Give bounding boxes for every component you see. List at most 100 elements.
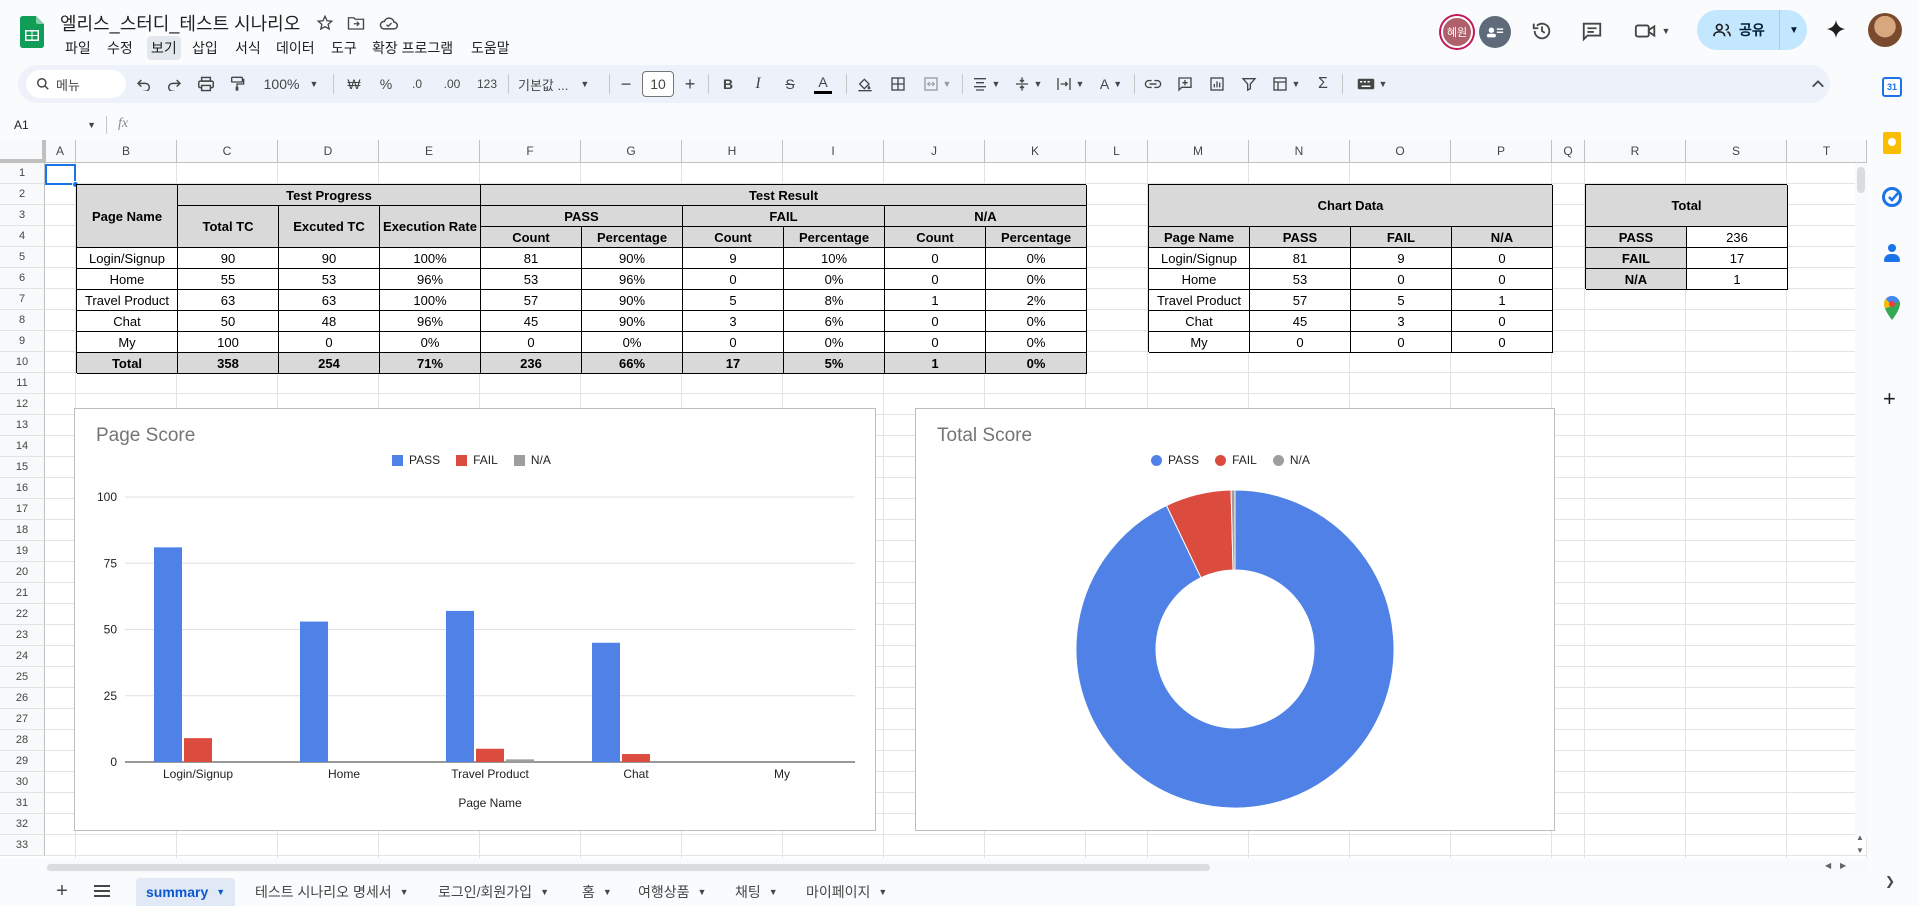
row-header[interactable]: 11 bbox=[0, 373, 45, 394]
header-execution-rate[interactable]: Execution Rate bbox=[380, 206, 481, 248]
fill-color-icon[interactable] bbox=[852, 69, 878, 99]
header-test-result[interactable]: Test Result bbox=[481, 185, 1087, 206]
total-row-cell[interactable]: 236 bbox=[481, 353, 582, 374]
table-cell[interactable]: 96% bbox=[380, 269, 481, 290]
increase-decimal-button[interactable]: .00 bbox=[436, 69, 468, 99]
menu-item-4[interactable]: 서식 bbox=[231, 36, 265, 60]
share-button[interactable]: 공유 ▼ bbox=[1697, 10, 1807, 50]
filter-icon[interactable] bbox=[1236, 69, 1262, 99]
table-cell[interactable]: 0% bbox=[380, 332, 481, 353]
table-cell[interactable]: 0 bbox=[1452, 269, 1553, 290]
total-value[interactable]: 1 bbox=[1687, 269, 1788, 290]
table-cell[interactable]: 55 bbox=[178, 269, 279, 290]
contacts-icon[interactable] bbox=[1882, 242, 1902, 264]
row-header[interactable]: 21 bbox=[0, 583, 45, 604]
total-row-cell[interactable]: 358 bbox=[178, 353, 279, 374]
table-cell[interactable]: Chat bbox=[77, 311, 178, 332]
row-header[interactable]: 9 bbox=[0, 331, 45, 352]
decrease-decimal-button[interactable]: .0 bbox=[404, 69, 430, 99]
insert-chart-icon[interactable] bbox=[1204, 69, 1230, 99]
table-cell[interactable]: Chat bbox=[1149, 311, 1250, 332]
sheet-tab-dropdown-icon[interactable]: ▼ bbox=[400, 887, 409, 897]
vertical-scrollbar[interactable] bbox=[1855, 163, 1867, 838]
table-cell[interactable]: Home bbox=[1149, 269, 1250, 290]
collaborators-icon[interactable] bbox=[1479, 16, 1511, 48]
scroll-left-arrow[interactable]: ◀ bbox=[1825, 861, 1831, 870]
font-size-input[interactable]: 10 bbox=[642, 71, 674, 97]
table-cell[interactable]: 0 bbox=[885, 332, 986, 353]
row-header[interactable]: 22 bbox=[0, 604, 45, 625]
table-cell[interactable]: 0 bbox=[279, 332, 380, 353]
sheet-tab-1[interactable]: 테스트 시나리오 명세서 ▼ bbox=[255, 878, 409, 906]
sheet-tab-dropdown-icon[interactable]: ▼ bbox=[698, 887, 707, 897]
total-label[interactable]: FAIL bbox=[1586, 248, 1687, 269]
menu-item-2[interactable]: 보기 bbox=[147, 36, 181, 60]
table-cell[interactable]: 5 bbox=[1351, 290, 1452, 311]
row-header[interactable]: 31 bbox=[0, 793, 45, 814]
functions-icon[interactable]: Σ bbox=[1310, 69, 1336, 99]
row-header[interactable]: 14 bbox=[0, 436, 45, 457]
table-cell[interactable]: 0 bbox=[885, 248, 986, 269]
row-header[interactable]: 24 bbox=[0, 646, 45, 667]
star-icon[interactable] bbox=[315, 13, 335, 33]
text-color-icon[interactable]: A bbox=[810, 69, 836, 99]
table-cell[interactable]: 90 bbox=[178, 248, 279, 269]
header-excuted-tc[interactable]: Excuted TC bbox=[279, 206, 380, 248]
table-cell[interactable]: Home bbox=[77, 269, 178, 290]
vertical-align-icon[interactable]: ▼ bbox=[1010, 69, 1046, 99]
table-cell[interactable]: 1 bbox=[885, 290, 986, 311]
row-header[interactable]: 6 bbox=[0, 268, 45, 289]
table-cell[interactable]: 6% bbox=[784, 311, 885, 332]
column-header[interactable]: Q bbox=[1552, 140, 1585, 163]
table-cell[interactable]: 0 bbox=[1452, 311, 1553, 332]
row-header[interactable]: 3 bbox=[0, 205, 45, 226]
row-header[interactable]: 26 bbox=[0, 688, 45, 709]
row-header[interactable]: 8 bbox=[0, 310, 45, 331]
chart-data-title[interactable]: Chart Data bbox=[1149, 185, 1553, 227]
sheet-tab-0[interactable]: summary ▼ bbox=[136, 878, 236, 906]
percent-format-button[interactable]: % bbox=[375, 69, 397, 99]
header-pass[interactable]: PASS bbox=[481, 206, 683, 227]
bar-pass-1[interactable] bbox=[300, 621, 328, 762]
total-row-cell[interactable]: 71% bbox=[380, 353, 481, 374]
table-cell[interactable]: 100% bbox=[380, 248, 481, 269]
scroll-up-arrow[interactable]: ▲ bbox=[1856, 833, 1864, 842]
row-header[interactable]: 32 bbox=[0, 814, 45, 835]
zoom-select[interactable]: 100% ▼ bbox=[258, 69, 324, 99]
table-cell[interactable]: My bbox=[1149, 332, 1250, 353]
table-cell[interactable]: 0 bbox=[885, 311, 986, 332]
column-header[interactable]: J bbox=[884, 140, 985, 163]
cloud-status-icon[interactable] bbox=[378, 13, 400, 33]
sheet-tab-dropdown-icon[interactable]: ▼ bbox=[769, 887, 778, 897]
total-title[interactable]: Total bbox=[1586, 185, 1788, 227]
total-row-cell[interactable]: 66% bbox=[582, 353, 683, 374]
table-cell[interactable]: 53 bbox=[481, 269, 582, 290]
table-cell[interactable]: My bbox=[77, 332, 178, 353]
share-dropdown-icon[interactable]: ▼ bbox=[1789, 25, 1799, 36]
filter-views-icon[interactable]: ▼ bbox=[1268, 69, 1304, 99]
table-cell[interactable]: 57 bbox=[1250, 290, 1351, 311]
collapse-toolbar-icon[interactable] bbox=[1808, 69, 1828, 99]
row-header[interactable]: 19 bbox=[0, 541, 45, 562]
row-header[interactable]: 18 bbox=[0, 520, 45, 541]
row-header[interactable]: 13 bbox=[0, 415, 45, 436]
row-header[interactable]: 2 bbox=[0, 184, 45, 205]
menu-item-1[interactable]: 수정 bbox=[103, 36, 137, 60]
menu-item-8[interactable]: 도움말 bbox=[467, 36, 514, 60]
header-percentage[interactable]: Percentage bbox=[784, 227, 885, 248]
sheet-tab-dropdown-icon[interactable]: ▼ bbox=[540, 887, 549, 897]
font-family-select[interactable]: 기본값 ... ▼ bbox=[518, 69, 598, 99]
row-header[interactable]: 29 bbox=[0, 751, 45, 772]
table-cell[interactable]: 0 bbox=[1351, 269, 1452, 290]
scroll-down-arrow[interactable]: ▼ bbox=[1856, 846, 1864, 855]
table-cell[interactable]: 81 bbox=[481, 248, 582, 269]
table-cell[interactable]: 90% bbox=[582, 311, 683, 332]
row-header[interactable]: 25 bbox=[0, 667, 45, 688]
menu-item-7[interactable]: 확장 프로그램 bbox=[368, 36, 457, 60]
sheet-tab-dropdown-icon[interactable]: ▼ bbox=[603, 887, 612, 897]
total-label[interactable]: N/A bbox=[1586, 269, 1687, 290]
row-header[interactable]: 15 bbox=[0, 457, 45, 478]
table-cell[interactable]: 0 bbox=[885, 269, 986, 290]
sheets-logo[interactable] bbox=[20, 16, 44, 48]
keep-icon[interactable] bbox=[1883, 132, 1901, 154]
